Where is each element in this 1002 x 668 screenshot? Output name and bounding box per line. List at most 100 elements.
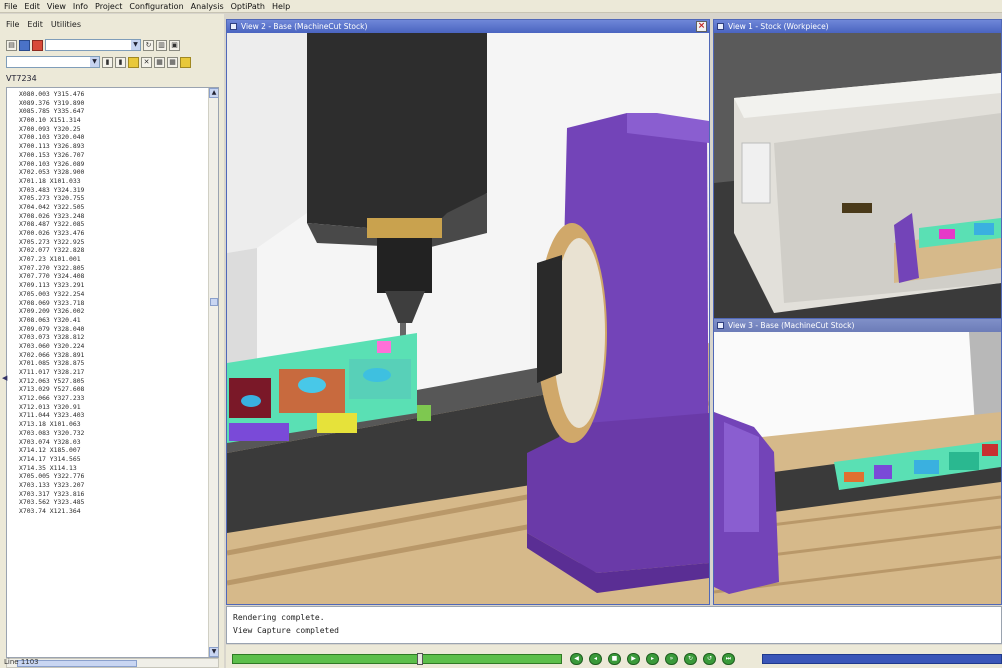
panel-menu-file[interactable]: File (6, 20, 19, 29)
nc-code-line[interactable]: X085.785 Y335.647 (19, 107, 209, 116)
secondary-viewport[interactable]: View 3 - Base (MachineCut Stock) (713, 318, 1002, 605)
panel-menu-edit[interactable]: Edit (27, 20, 43, 29)
menu-edit[interactable]: Edit (24, 2, 40, 11)
close-icon[interactable]: × (696, 21, 707, 32)
nc-code-line[interactable]: X703.060 Y320.224 (19, 342, 209, 351)
print-icon[interactable]: ▥ (156, 39, 167, 51)
nc-code-line[interactable]: X704.042 Y322.505 (19, 203, 209, 212)
nc-code-line[interactable]: X712.066 Y327.233 (19, 394, 209, 403)
nc-code-line[interactable]: X701.085 Y328.875 (19, 359, 209, 368)
program-select[interactable]: ▼ (45, 39, 141, 51)
nc-code-line[interactable]: X700.093 Y320.25 (19, 125, 209, 134)
nc-code-line[interactable]: X703.083 Y320.732 (19, 429, 209, 438)
nc-code-line[interactable]: X700.10 X151.314 (19, 116, 209, 125)
nc-code-line[interactable]: X703.073 Y328.812 (19, 333, 209, 342)
loop-icon[interactable]: ↻ (684, 653, 697, 665)
nc-code-line[interactable]: X712.013 Y320.91 (19, 403, 209, 412)
nc-code-line[interactable]: X702.077 Y322.828 (19, 246, 209, 255)
play-icon[interactable]: ▶ (627, 653, 640, 665)
scroll-up-icon[interactable]: ▲ (209, 88, 218, 98)
scroll-thumb[interactable] (210, 298, 218, 306)
settings-icon[interactable] (180, 56, 191, 68)
nc-code-line[interactable]: X708.063 Y320.41 (19, 316, 209, 325)
open-icon[interactable]: ▤ (6, 39, 17, 51)
nc-code-line[interactable]: X714.35 X114.13 (19, 464, 209, 473)
stock-3d-scene[interactable] (714, 33, 1001, 320)
reset-icon[interactable]: ↺ (703, 653, 716, 665)
fast-forward-icon[interactable]: » (665, 653, 678, 665)
stock-viewport[interactable]: View 1 - Stock (Workpiece) (713, 19, 1002, 321)
nc-code-line[interactable]: X711.017 Y328.217 (19, 368, 209, 377)
nc-code-line[interactable]: X707.23 X101.001 (19, 255, 209, 264)
slider-knob[interactable] (417, 653, 423, 665)
check-icon[interactable] (32, 39, 43, 51)
nc-code-line[interactable]: X708.069 Y323.718 (19, 299, 209, 308)
nc-code-line[interactable]: X703.483 Y324.319 (19, 186, 209, 195)
secondary-3d-scene[interactable] (714, 332, 1001, 604)
menu-project[interactable]: Project (95, 2, 122, 11)
nc-code-line[interactable]: X705.005 Y322.776 (19, 472, 209, 481)
nc-code-line[interactable]: X703.133 Y323.207 (19, 481, 209, 490)
grid-icon[interactable]: ▦ (167, 56, 178, 68)
rotate-icon[interactable]: ↻ (143, 39, 154, 51)
nc-code-line[interactable]: X707.270 Y322.805 (19, 264, 209, 273)
nc-code-line[interactable]: X700.103 Y326.089 (19, 160, 209, 169)
line-select[interactable]: ▼ (6, 56, 100, 68)
main-3d-scene[interactable] (227, 33, 709, 604)
simulation-slider[interactable] (232, 653, 562, 665)
step-back-icon[interactable]: ◂ (589, 653, 602, 665)
nc-code-line[interactable]: X712.063 Y527.805 (19, 377, 209, 386)
nc-code-line[interactable]: X714.12 X185.007 (19, 446, 209, 455)
menu-info[interactable]: Info (73, 2, 88, 11)
nc-code-line[interactable]: X714.17 Y314.565 (19, 455, 209, 464)
menu-analysis[interactable]: Analysis (191, 2, 224, 11)
grid-icon[interactable]: ▦ (154, 56, 165, 68)
vertical-scrollbar[interactable]: ▲ ▼ (208, 88, 218, 657)
nc-code-line[interactable]: X709.079 Y328.040 (19, 325, 209, 334)
menu-help[interactable]: Help (272, 2, 290, 11)
nc-code-line[interactable]: X705.273 Y322.925 (19, 238, 209, 247)
nc-code-line[interactable]: X713.18 X101.063 (19, 420, 209, 429)
nc-code-list[interactable]: X080.003 Y315.476 X089.376 Y319.890 X085.7… (6, 87, 219, 658)
cut-icon[interactable]: ▮ (102, 56, 113, 68)
nc-code-line[interactable]: X713.029 Y527.608 (19, 385, 209, 394)
chevron-down-icon[interactable]: ▼ (90, 57, 99, 67)
lock-icon[interactable]: ▣ (169, 39, 180, 51)
nc-code-line[interactable]: X707.770 Y324.408 (19, 272, 209, 281)
panel-menu-utilities[interactable]: Utilities (51, 20, 81, 29)
nc-code-line[interactable]: X702.066 Y328.891 (19, 351, 209, 360)
nc-code-line[interactable]: X701.18 X101.033 (19, 177, 209, 186)
nc-code-line[interactable]: X709.209 Y326.002 (19, 307, 209, 316)
nc-code-line[interactable]: X700.153 Y326.707 (19, 151, 209, 160)
nc-code-line[interactable]: X702.053 Y328.900 (19, 168, 209, 177)
nc-code-line[interactable]: X089.376 Y319.890 (19, 99, 209, 108)
nc-code-line[interactable]: X703.317 Y323.816 (19, 490, 209, 499)
chevron-down-icon[interactable]: ▼ (131, 40, 140, 50)
stop-icon[interactable]: ■ (608, 653, 621, 665)
nc-code-line[interactable]: X703.562 Y323.485 (19, 498, 209, 507)
nc-code-line[interactable]: X708.026 Y323.248 (19, 212, 209, 221)
menu-optipath[interactable]: OptiPath (231, 2, 265, 11)
paste-icon[interactable] (128, 56, 139, 68)
nc-code-line[interactable]: X703.074 Y328.03 (19, 438, 209, 447)
nc-code-line[interactable]: X711.044 Y323.403 (19, 411, 209, 420)
nc-code-line[interactable]: X708.487 Y322.085 (19, 220, 209, 229)
nc-code-line[interactable]: X703.74 X121.364 (19, 507, 209, 516)
menu-configuration[interactable]: Configuration (129, 2, 183, 11)
nc-code-line[interactable]: X080.003 Y315.476 (19, 90, 209, 99)
nc-code-line[interactable]: X705.273 Y320.755 (19, 194, 209, 203)
menu-view[interactable]: View (47, 2, 66, 11)
rewind-icon[interactable]: ◀ (570, 653, 583, 665)
nc-code-line[interactable]: X700.026 Y323.476 (19, 229, 209, 238)
menu-file[interactable]: File (4, 2, 17, 11)
nc-code-line[interactable]: X709.113 Y323.291 (19, 281, 209, 290)
copy-icon[interactable]: ▮ (115, 56, 126, 68)
delete-icon[interactable]: ✕ (141, 56, 152, 68)
scroll-down-icon[interactable]: ▼ (209, 647, 218, 657)
nc-code-line[interactable]: X700.113 Y326.893 (19, 142, 209, 151)
step-icon[interactable]: ▸ (646, 653, 659, 665)
save-icon[interactable] (19, 39, 30, 51)
end-icon[interactable]: ⏭ (722, 653, 735, 665)
nc-code-line[interactable]: X700.103 Y320.040 (19, 133, 209, 142)
nc-code-line[interactable]: X705.003 Y322.254 (19, 290, 209, 299)
